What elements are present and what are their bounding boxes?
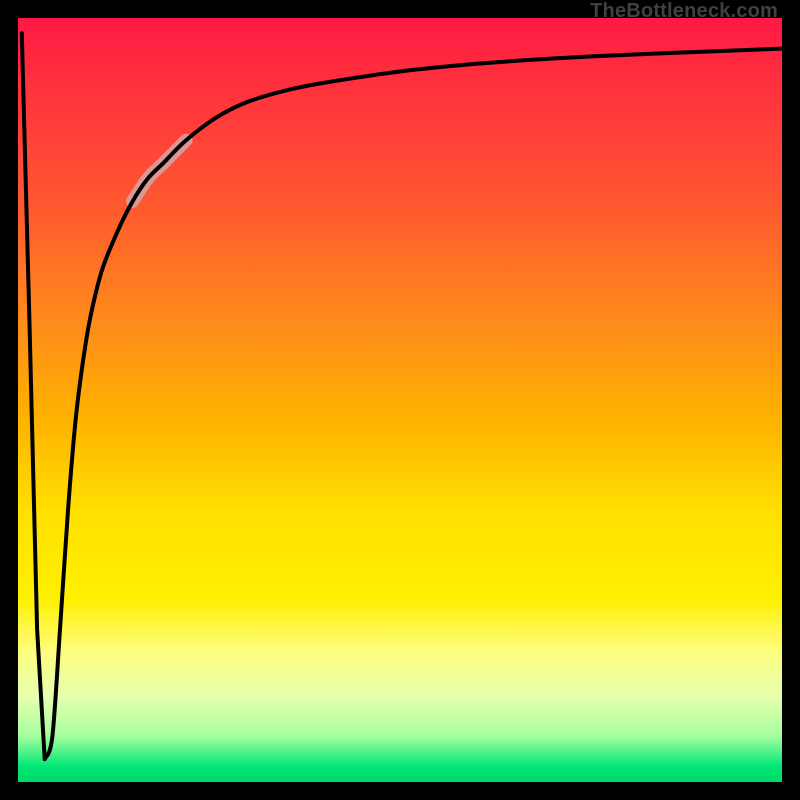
plot-area — [18, 18, 782, 782]
frame-border-bottom — [0, 782, 800, 800]
curve-layer — [18, 18, 782, 782]
frame-border-right — [782, 0, 800, 800]
watermark-text: TheBottleneck.com — [590, 0, 778, 23]
chart-container: TheBottleneck.com — [0, 0, 800, 800]
curve-main — [45, 49, 782, 760]
curve-left-drop — [22, 33, 45, 759]
frame-border-left — [0, 0, 18, 800]
